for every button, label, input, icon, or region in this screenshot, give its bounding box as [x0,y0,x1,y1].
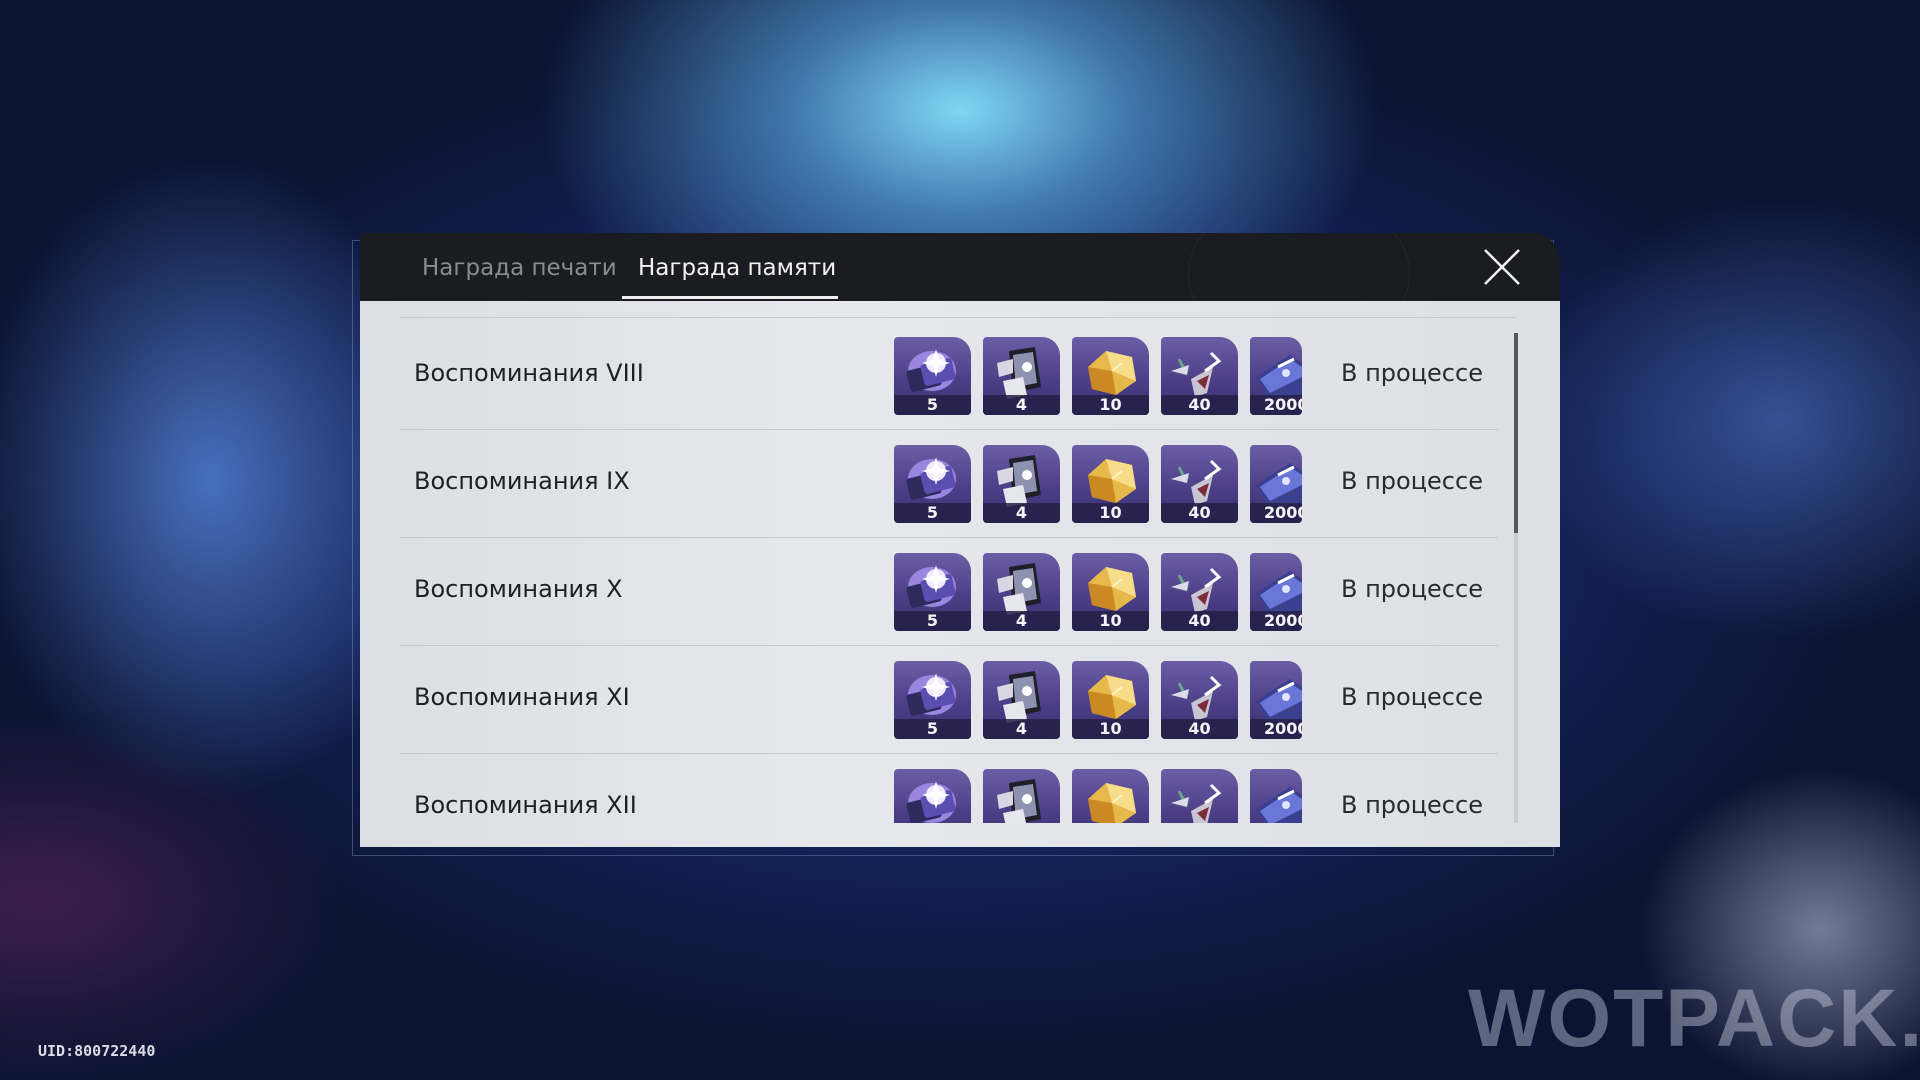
reward-item[interactable]: 2000 [1250,769,1302,823]
header-decoration [1188,233,1410,301]
reward-quantity: 40 [1161,611,1238,631]
reward-items: 54 10 40 2000 [894,445,1314,523]
reward-item[interactable]: 4 [983,445,1060,523]
reward-items: 5410402000 [894,769,1314,823]
reward-quantity: 4 [983,395,1060,415]
reward-list[interactable]: Воспоминания VIII5410402000В процессеВос… [400,321,1498,823]
status-label: В процессе [1341,359,1483,387]
tab-memory-reward[interactable]: Награда памяти [638,255,836,281]
scrollbar-thumb[interactable] [1514,333,1518,533]
reward-item[interactable]: 4 [983,661,1060,739]
reward-item[interactable]: 40 [1161,769,1238,823]
reward-row: Воспоминания XII 5410402000 В процессе [400,753,1498,823]
reward-item[interactable]: 10 [1072,337,1149,415]
reward-item[interactable]: 2000 [1250,661,1302,739]
dialog-header: Награда печати Награда памяти [360,233,1560,301]
reward-item[interactable]: 10 [1072,553,1149,631]
reward-item[interactable]: 10 [1072,661,1149,739]
reward-item[interactable]: 2000 [1250,553,1302,631]
status-label: В процессе [1341,575,1483,603]
reward-quantity: 40 [1161,719,1238,739]
reward-quantity: 40 [1161,395,1238,415]
reward-items: 54 10 40 2000 [894,553,1314,631]
status-label: В процессе [1341,791,1483,819]
reward-item[interactable]: 4 [983,769,1060,823]
close-x-icon [1484,249,1520,285]
row-title: Воспоминания X [414,575,623,603]
reward-quantity: 2000 [1250,503,1302,523]
dialog-body: Воспоминания VIII5410402000В процессеВос… [360,301,1560,847]
reward-item[interactable]: 4 [983,337,1060,415]
reward-items: 54 10 40 2000 [894,337,1314,415]
reward-quantity: 10 [1072,503,1149,523]
reward-quantity: 2000 [1250,611,1302,631]
reward-row: Воспоминания X 54 10 40 2000 В процессе [400,537,1498,646]
active-tab-indicator [622,296,838,299]
reward-row: Воспоминания VIII 54 10 40 2000 В процессе [400,321,1498,430]
rewards-dialog: Награда печати Награда памяти Воспоминан… [360,233,1560,847]
reward-quantity: 5 [894,395,971,415]
reward-row: Воспоминания XI 54 10 40 2000 В процессе [400,645,1498,754]
reward-item[interactable]: 10 [1072,769,1149,823]
reward-item[interactable]: 40 [1161,337,1238,415]
close-button[interactable] [1482,247,1522,287]
reward-quantity: 4 [983,719,1060,739]
reward-item[interactable]: 2000 [1250,445,1302,523]
tab-seal-reward[interactable]: Награда печати [422,255,617,281]
reward-quantity: 5 [894,503,971,523]
uid-label: UID:800722440 [38,1042,156,1060]
reward-quantity: 5 [894,611,971,631]
reward-row: Воспоминания IX 54 10 40 2000 В процессе [400,429,1498,538]
reward-quantity: 10 [1072,719,1149,739]
reward-quantity: 10 [1072,395,1149,415]
reward-item[interactable]: 5 [894,337,971,415]
reward-quantity: 2000 [1250,719,1302,739]
reward-item[interactable]: 40 [1161,661,1238,739]
reward-quantity: 10 [1072,611,1149,631]
row-title: Воспоминания IX [414,467,630,495]
reward-quantity: 5 [894,719,971,739]
reward-item[interactable]: 5 [894,553,971,631]
watermark: WOTPACK.RU [1468,973,1920,1064]
row-title: Воспоминания XI [414,683,630,711]
reward-quantity: 40 [1161,503,1238,523]
reward-item[interactable]: 4 [983,553,1060,631]
reward-quantity: 4 [983,611,1060,631]
status-label: В процессе [1341,467,1483,495]
reward-item[interactable]: 2000 [1250,337,1302,415]
reward-item[interactable]: 5 [894,661,971,739]
reward-items: 54 10 40 2000 [894,661,1314,739]
reward-item[interactable]: 40 [1161,445,1238,523]
reward-item[interactable]: 40 [1161,553,1238,631]
reward-item[interactable]: 5 [894,445,971,523]
row-title: Воспоминания XII [414,791,637,819]
reward-item[interactable]: 5 [894,769,971,823]
reward-quantity: 4 [983,503,1060,523]
status-label: В процессе [1341,683,1483,711]
reward-quantity: 2000 [1250,395,1302,415]
row-title: Воспоминания VIII [414,359,644,387]
divider [400,317,1516,318]
reward-item[interactable]: 10 [1072,445,1149,523]
